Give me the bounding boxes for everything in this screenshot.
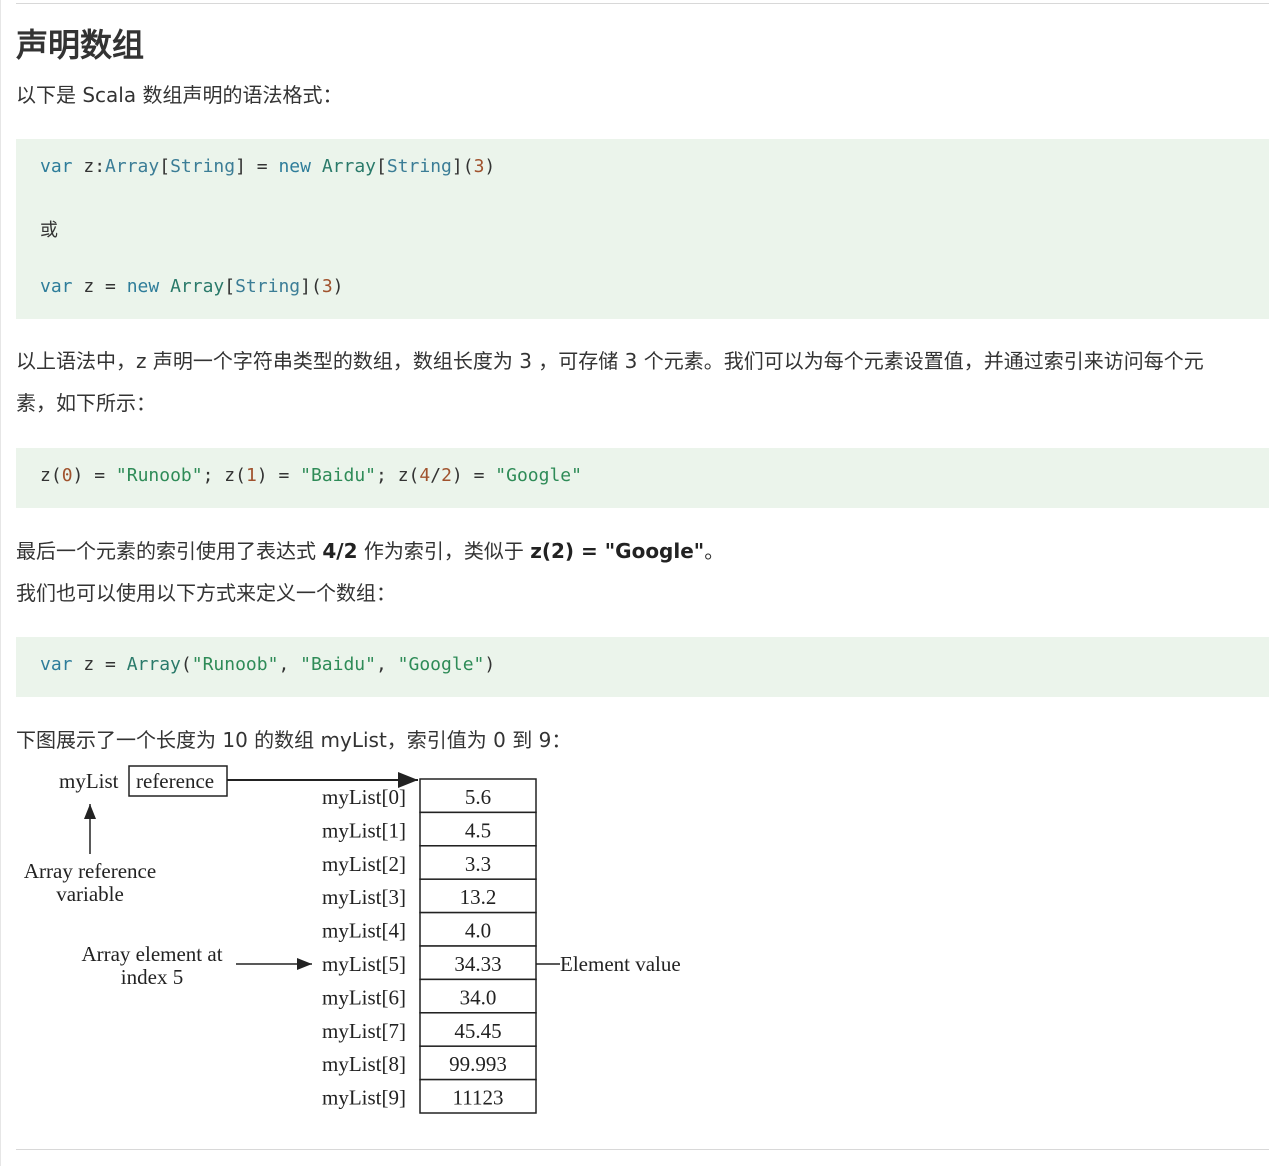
array-index-label: myList[3]: [322, 885, 406, 909]
left-border: [0, 0, 1, 1166]
explanation-line-2: 素，如下所示：: [16, 391, 156, 415]
array-cell-value: 4.5: [465, 818, 491, 842]
code-line-1: var z:Array[String] = new Array[String](…: [40, 156, 496, 177]
bottom-divider: [16, 1149, 1269, 1150]
top-divider: [16, 3, 1269, 4]
array-index-label: myList[6]: [322, 985, 406, 1009]
array-index-label: myList[7]: [322, 1019, 406, 1043]
code-block-declaration[interactable]: var z:Array[String] = new Array[String](…: [16, 139, 1269, 319]
elem-caption-1: Array element at: [81, 942, 222, 966]
array-index-label: myList[1]: [322, 818, 406, 842]
array-cell-value: 34.0: [460, 985, 497, 1009]
article-content: 声明数组 以下是 Scala 数组声明的语法格式： var z:Array[St…: [16, 0, 1269, 1166]
code-block-literal[interactable]: var z = Array("Runoob", "Baidu", "Google…: [16, 637, 1269, 697]
index-expression-note: 最后一个元素的索引使用了表达式 4/2 作为索引，类似于 z(2) = "Goo…: [16, 539, 725, 563]
array-cell-value: 4.0: [465, 919, 491, 943]
code-line-assign: z(0) = "Runoob"; z(1) = "Baidu"; z(4/2) …: [40, 465, 582, 486]
array-cell-value: 3.3: [465, 852, 491, 876]
ref-caption-2: variable: [56, 882, 124, 906]
array-index-label: myList[9]: [322, 1086, 406, 1110]
array-cell-value: 13.2: [460, 885, 497, 909]
array-cell-value: 99.993: [449, 1052, 507, 1076]
elem-caption-2: index 5: [121, 965, 183, 989]
intro-text: 以下是 Scala 数组声明的语法格式：: [16, 83, 343, 107]
array-cell-value: 45.45: [454, 1019, 501, 1043]
code-block-assignment[interactable]: z(0) = "Runoob"; z(1) = "Baidu"; z(4/2) …: [16, 448, 1269, 508]
ref-caption-1: Array reference: [24, 859, 156, 883]
value-caption: Element value: [560, 952, 681, 976]
code-line-literal: var z = Array("Runoob", "Baidu", "Google…: [40, 654, 496, 675]
array-index-label: myList[5]: [322, 952, 406, 976]
code-line-3: var z = new Array[String](3): [40, 276, 344, 297]
array-cell-value: 5.6: [465, 785, 491, 809]
array-cell-value: 34.33: [454, 952, 501, 976]
array-index-label: myList[0]: [322, 785, 406, 809]
alt-definition-text: 我们也可以使用以下方式来定义一个数组：: [16, 581, 396, 605]
section-heading: 声明数组: [16, 26, 145, 64]
array-index-label: myList[2]: [322, 852, 406, 876]
var-label: myList: [59, 769, 119, 793]
diagram-caption: 下图展示了一个长度为 10 的数组 myList，索引值为 0 到 9：: [16, 728, 572, 752]
array-diagram: myList reference Array reference variabl…: [16, 762, 716, 1122]
reference-box-label: reference: [136, 769, 214, 793]
array-cell-value: 11123: [453, 1086, 504, 1110]
array-index-label: myList[4]: [322, 919, 406, 943]
explanation-line-1: 以上语法中，z 声明一个字符串类型的数组，数组长度为 3 ，可存储 3 个元素。…: [16, 349, 1204, 373]
code-line-or: 或: [40, 220, 58, 241]
array-index-label: myList[8]: [322, 1052, 406, 1076]
